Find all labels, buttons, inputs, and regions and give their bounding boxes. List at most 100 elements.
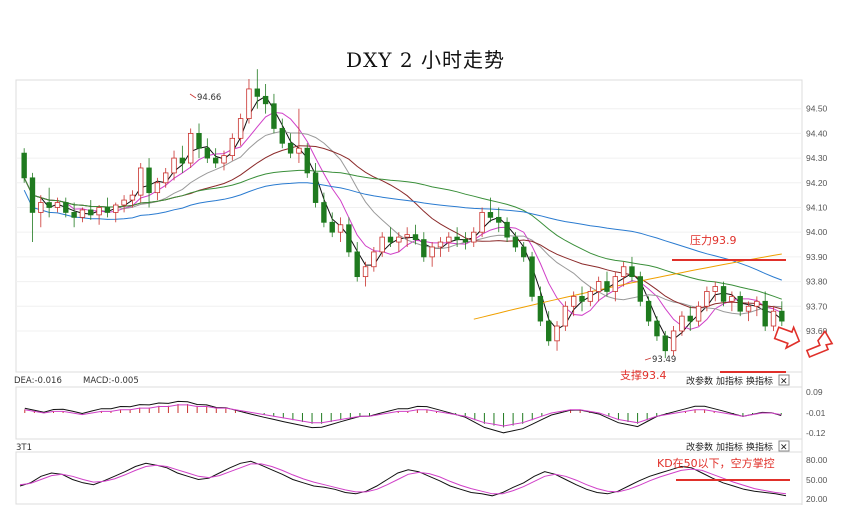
ma-black-line	[23, 95, 783, 340]
candle-body	[362, 266, 369, 278]
candle	[96, 205, 102, 225]
candle-body	[446, 236, 452, 243]
candle-body	[121, 199, 127, 206]
kd-close-icon[interactable]: ✕	[780, 443, 788, 453]
kd-switch-indicator-button[interactable]: 换指标	[746, 441, 773, 453]
y-tick-label: 93.70	[806, 301, 828, 311]
candle	[471, 227, 477, 247]
candle-body	[21, 152, 27, 179]
candle-body	[579, 295, 585, 302]
macd-close-icon[interactable]: ✕	[780, 377, 788, 387]
candle-body	[745, 305, 752, 312]
candle	[504, 217, 510, 243]
candle-body	[504, 221, 510, 238]
candle-body	[371, 251, 377, 268]
candle-body	[546, 320, 552, 342]
candle	[163, 167, 169, 188]
candle	[21, 148, 27, 183]
candle	[379, 232, 385, 257]
candle	[146, 158, 152, 208]
ma-orange-line	[473, 253, 782, 320]
ma-gray-line	[23, 130, 782, 315]
candle-body	[379, 236, 385, 253]
candle	[762, 291, 768, 331]
candle-body	[138, 167, 144, 196]
candle	[337, 217, 344, 243]
candle-body	[321, 202, 327, 223]
kd-tick-label: 50.00	[806, 475, 828, 485]
candle-body	[196, 132, 202, 149]
candle	[187, 128, 194, 168]
low-marker	[644, 357, 652, 361]
candle-body	[404, 234, 410, 238]
moving-average-lines	[23, 95, 783, 340]
y-tick-label: 93.80	[806, 277, 828, 287]
candle-body	[312, 172, 319, 203]
candle-body	[737, 295, 743, 312]
candle	[246, 79, 252, 124]
candle	[312, 163, 319, 208]
candle-body	[279, 128, 285, 144]
candle	[346, 217, 352, 257]
candle	[446, 232, 452, 252]
candle-body	[287, 142, 294, 154]
candle	[695, 301, 702, 327]
candle-body	[229, 137, 236, 157]
candle-body	[595, 281, 602, 292]
candle-body	[387, 236, 394, 243]
candle	[204, 138, 211, 164]
candle	[212, 148, 219, 168]
macd-histogram	[24, 400, 782, 434]
macd-panel-frame	[15, 386, 803, 440]
y-tick-label: 94.20	[806, 178, 828, 188]
candle-body	[629, 266, 635, 278]
candle-body	[679, 315, 685, 332]
candle	[229, 133, 236, 161]
candle	[754, 296, 760, 317]
high-price-label: 94.66	[197, 93, 221, 103]
candle	[387, 227, 394, 247]
candle-body	[462, 239, 469, 243]
candle-body	[396, 236, 402, 243]
grid-lines	[16, 108, 802, 332]
candle-body	[179, 157, 186, 164]
candle	[79, 207, 86, 223]
y-tick-label: 94.00	[806, 227, 828, 237]
macd-add-indicator-button[interactable]: 加指标	[716, 375, 743, 387]
candle-body	[529, 256, 535, 297]
y-axis-ticks: 94.50 94.40 94.30 94.20 94.10 94.00 93.90 93.80…	[806, 104, 828, 504]
candle-body	[645, 300, 652, 322]
macd-dea-line	[24, 404, 782, 427]
dea-value: DEA:-0.016	[14, 376, 62, 386]
candle-body	[212, 157, 219, 164]
candle-body	[779, 310, 785, 322]
candle	[271, 93, 277, 134]
ma-brown-line	[23, 145, 782, 310]
candle	[396, 232, 402, 252]
candle-body	[662, 335, 668, 352]
macd-edit-params-button[interactable]: 改参数	[686, 375, 713, 387]
candle-body	[129, 194, 136, 201]
y-tick-label: 94.40	[806, 128, 828, 138]
candle-body	[296, 147, 302, 154]
kd-edit-params-button[interactable]: 改参数	[686, 441, 713, 453]
candle-body	[54, 202, 61, 208]
candle-body	[421, 239, 427, 258]
candle	[296, 108, 302, 164]
macd-switch-indicator-button[interactable]: 换指标	[746, 375, 773, 387]
low-price-label: 93.49	[652, 355, 676, 365]
candle-body	[187, 132, 194, 164]
candle-body	[437, 241, 444, 248]
candle-body	[71, 212, 77, 218]
kd-add-indicator-button[interactable]: 加指标	[716, 441, 743, 453]
candle-body	[38, 202, 44, 213]
candle-body	[537, 295, 544, 322]
candle	[595, 276, 602, 302]
candle	[612, 271, 619, 302]
macd-tick-label: -0.12	[806, 428, 826, 438]
kd-header: 3T1	[16, 443, 32, 453]
candle-body	[354, 251, 360, 278]
candle-body	[704, 291, 710, 307]
candle	[529, 251, 535, 302]
candle-body	[346, 224, 352, 253]
